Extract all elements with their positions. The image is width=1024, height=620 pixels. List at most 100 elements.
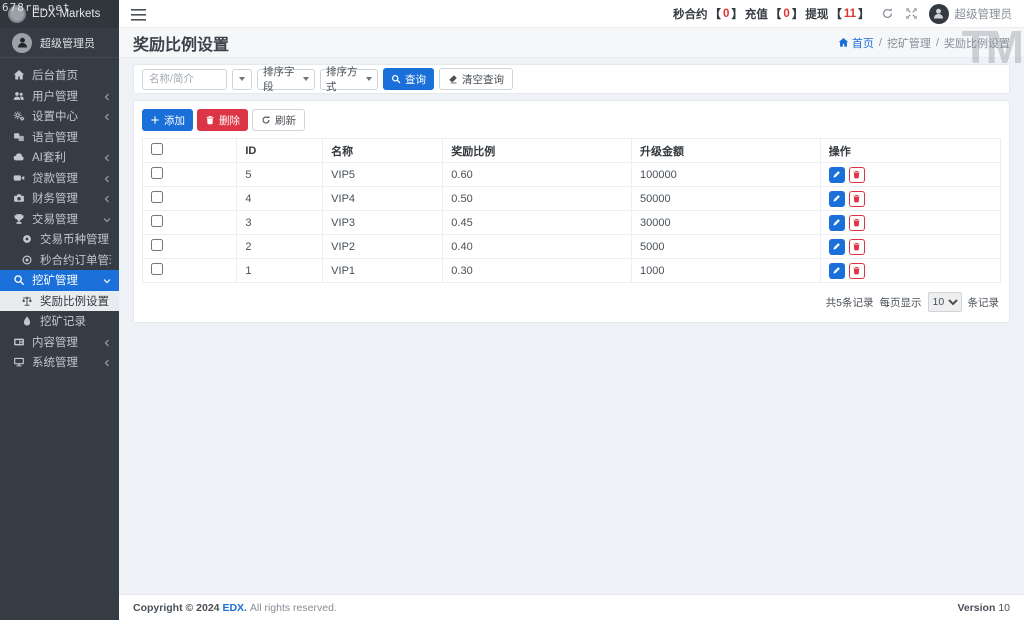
- sidebar-item-label: AI套利: [32, 152, 66, 165]
- delete-row-button[interactable]: [848, 166, 865, 183]
- sidebar-subitem[interactable]: 秒合约订单管理: [0, 250, 119, 271]
- table-row: 3 VIP3 0.45 30000: [141, 210, 1002, 235]
- chevron-left-icon: [103, 358, 111, 367]
- page-header: TM 奖励比例设置 首页 / 挖矿管理 / 奖励比例设置: [119, 21, 1024, 73]
- menu-toggle-icon[interactable]: [131, 8, 146, 21]
- sidebar-subitem-label: 奖励比例设置: [40, 295, 109, 308]
- search-button[interactable]: 查询: [383, 68, 434, 90]
- content: 排序字段 排序方式 查询 清空查询: [119, 58, 1024, 594]
- edit-row-button[interactable]: [828, 238, 845, 255]
- sidebar-item[interactable]: 内容管理: [0, 332, 119, 353]
- fullscreen-icon[interactable]: [905, 7, 918, 20]
- droplet-icon: [21, 315, 33, 327]
- caret-down-icon: [366, 77, 372, 81]
- cell-id: 1: [236, 258, 324, 283]
- edit-row-button[interactable]: [828, 190, 845, 207]
- user-avatar-icon: [12, 32, 32, 53]
- table-body: 5 VIP5 0.60 100000 4 VIP4 0.50 50000 3 VIP3 0.45 30…: [141, 162, 1002, 283]
- sort-order-select[interactable]: 排序方式: [320, 66, 378, 93]
- cell-id: 2: [236, 234, 324, 259]
- sidebar-item[interactable]: 语言管理: [0, 127, 119, 148]
- sort-field-select[interactable]: 排序字段: [257, 66, 315, 93]
- delete-row-button[interactable]: [848, 190, 865, 207]
- refresh-icon[interactable]: [881, 7, 894, 20]
- sidebar-user-panel[interactable]: 超级管理员: [0, 28, 119, 58]
- chevron-down-icon: [103, 215, 111, 223]
- clear-search-button[interactable]: 清空查询: [439, 68, 513, 90]
- row-checkbox[interactable]: [151, 167, 163, 179]
- delete-row-button[interactable]: [848, 238, 865, 255]
- search-icon: [391, 74, 401, 84]
- footer-brand-link[interactable]: EDX.: [222, 602, 247, 614]
- sidebar-subitem[interactable]: 奖励比例设置: [0, 290, 119, 311]
- chevron-left-icon: [103, 194, 111, 203]
- cell-id: 4: [236, 186, 324, 211]
- delete-button[interactable]: 删除: [197, 109, 248, 131]
- sidebar-subitem[interactable]: 交易币种管理: [0, 229, 119, 250]
- breadcrumb-item: 挖矿管理: [886, 37, 931, 50]
- row-checkbox[interactable]: [151, 215, 163, 227]
- dot-circle-icon: [21, 254, 33, 266]
- cell-amount: 5000: [631, 234, 821, 259]
- trophy-icon: [13, 213, 25, 225]
- sidebar-item[interactable]: 交易管理: [0, 209, 119, 230]
- sidebar-item[interactable]: 挖矿管理: [0, 270, 119, 291]
- topbar: 秒合约【0】 充值【0】 提现【11】 超级管理员: [119, 0, 1024, 28]
- column-header-name: 名称: [322, 138, 444, 163]
- cloud-icon: [13, 151, 25, 163]
- delete-row-button[interactable]: [848, 214, 865, 231]
- chevron-left-icon: [103, 92, 111, 101]
- table-row: 5 VIP5 0.60 100000: [141, 162, 1002, 187]
- copyright-text: Copyright © 2024 EDX. All rights reserve…: [133, 601, 337, 614]
- edit-row-button[interactable]: [828, 214, 845, 231]
- sidebar-item-label: 挖矿管理: [32, 275, 78, 288]
- watermark-text: 678rm.net: [2, 1, 71, 14]
- cell-ratio: 0.50: [442, 186, 633, 211]
- select-all-checkbox[interactable]: [151, 143, 163, 155]
- edit-row-button[interactable]: [828, 166, 845, 183]
- cell-amount: 1000: [631, 258, 821, 283]
- sidebar-item[interactable]: 系统管理: [0, 352, 119, 373]
- page-size-select[interactable]: 10: [927, 292, 962, 312]
- sidebar-item-label: 系统管理: [32, 357, 78, 370]
- sidebar-item-label: 设置中心: [32, 111, 78, 124]
- sidebar-item-label: 用户管理: [32, 90, 78, 103]
- add-button[interactable]: 添加: [142, 109, 193, 131]
- main-area: 秒合约【0】 充值【0】 提现【11】 超级管理员 TM 奖励比例设置 首页 /…: [119, 0, 1024, 620]
- sidebar-user-name: 超级管理员: [40, 37, 95, 50]
- sidebar-item[interactable]: AI套利: [0, 147, 119, 168]
- sidebar-item[interactable]: 后台首页: [0, 65, 119, 86]
- sidebar-item[interactable]: 财务管理: [0, 188, 119, 209]
- row-checkbox[interactable]: [151, 239, 163, 251]
- sidebar-item-label: 财务管理: [32, 193, 78, 206]
- search-input[interactable]: [142, 68, 227, 90]
- sidebar-item[interactable]: 用户管理: [0, 86, 119, 107]
- row-checkbox[interactable]: [151, 263, 163, 275]
- topbar-avatar-icon: [928, 3, 949, 24]
- table-row: 1 VIP1 0.30 1000: [141, 258, 1002, 283]
- sidebar-item-label: 语言管理: [32, 131, 78, 144]
- plus-icon: [150, 115, 160, 125]
- chevron-left-icon: [103, 153, 111, 162]
- row-checkbox[interactable]: [151, 191, 163, 203]
- desktop-icon: [13, 356, 25, 368]
- per-page-suffix: 条记录: [967, 296, 1000, 309]
- sidebar-subitem[interactable]: 挖矿记录: [0, 311, 119, 332]
- breadcrumb-item-current: 奖励比例设置: [944, 37, 1010, 50]
- sidebar: 678rm.net EDX-Markets 超级管理员 后台首页 用户管理 设置中心…: [0, 0, 119, 620]
- refresh-table-button[interactable]: 刷新: [252, 109, 305, 131]
- search-field-select[interactable]: [232, 68, 252, 90]
- edit-row-button[interactable]: [828, 262, 845, 279]
- total-records: 共5条记录: [825, 296, 874, 309]
- breadcrumb-home-link[interactable]: 首页: [838, 35, 874, 51]
- sidebar-item[interactable]: 贷款管理: [0, 168, 119, 189]
- chevron-down-icon: [103, 276, 111, 284]
- delete-row-button[interactable]: [848, 262, 865, 279]
- sidebar-subitem-label: 挖矿记录: [40, 316, 86, 329]
- cell-id: 5: [236, 162, 324, 187]
- page-title: 奖励比例设置: [133, 36, 230, 54]
- table-row: 4 VIP4 0.50 50000: [141, 186, 1002, 211]
- home-icon: [838, 37, 849, 48]
- sidebar-item[interactable]: 设置中心: [0, 106, 119, 127]
- newspaper-icon: [13, 336, 25, 348]
